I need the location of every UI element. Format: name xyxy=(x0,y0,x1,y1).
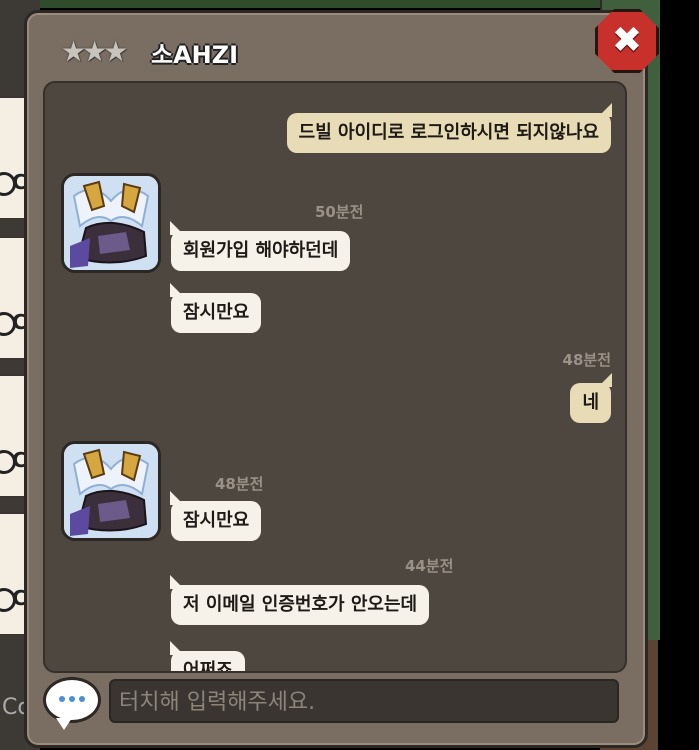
message-timestamp: 48분전 xyxy=(562,351,611,369)
rank-stars: ★★★ xyxy=(61,35,128,68)
input-row: 터치해 입력해주세요. xyxy=(43,675,623,731)
background-top xyxy=(0,0,658,8)
message-bubble-theirs: 잠시만요 xyxy=(169,491,262,541)
message-timestamp: 48분전 xyxy=(215,475,264,493)
message-timestamp: 44분전 xyxy=(405,557,454,575)
message-bubble-mine: 네 xyxy=(570,373,612,423)
chat-bubble-icon[interactable] xyxy=(43,677,101,730)
avatar xyxy=(61,441,161,541)
chat-partner-name: 소AHZI xyxy=(151,41,239,69)
message-list[interactable]: 드빌 아이디로 로그인하시면 되지않나요 50분전 회원가입 해야하던데 잠시만… xyxy=(43,81,627,673)
avatar-armor-icon xyxy=(64,444,158,538)
avatar xyxy=(61,173,161,273)
message-bubble-theirs: 저 이메일 인증번호가 안오는데 xyxy=(169,575,430,625)
chat-panel: ★★★ 소AHZI ✖ 드빌 아이디로 로그인하시면 되지않나요 50분전 회원… xyxy=(24,9,659,748)
message-bubble-theirs: 어쩌죠 xyxy=(170,641,245,671)
avatar-armor-icon xyxy=(64,176,158,270)
message-bubble-mine: 드빌 아이디로 로그인하시면 되지않나요 xyxy=(286,103,613,153)
message-bubble-theirs: 잠시만요 xyxy=(169,283,262,333)
close-icon: ✖ xyxy=(611,20,643,61)
message-input[interactable]: 터치해 입력해주세요. xyxy=(109,679,619,723)
message-bubble-theirs: 회원가입 해야하던데 xyxy=(169,221,351,271)
message-timestamp: 50분전 xyxy=(315,203,364,221)
